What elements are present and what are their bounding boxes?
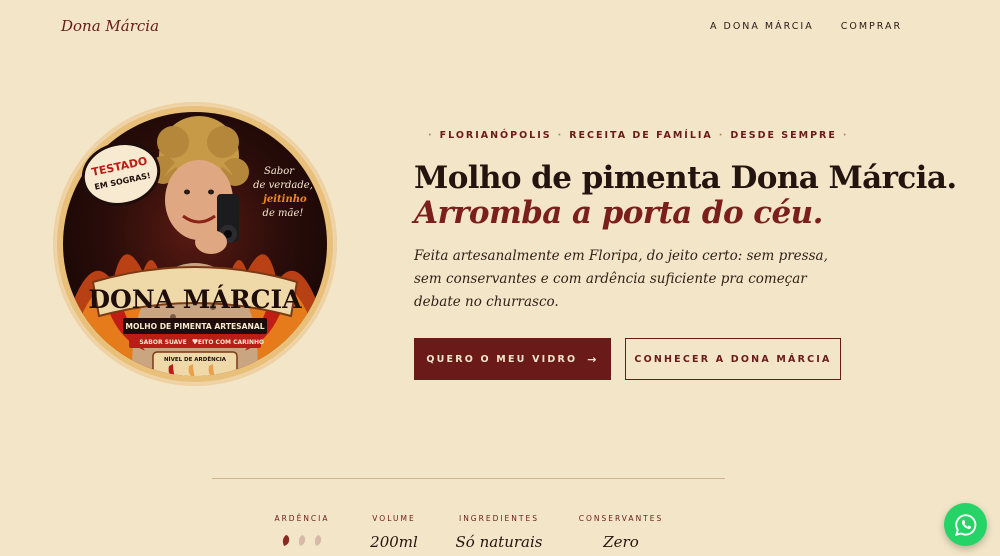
- stat-label: VOLUME: [372, 514, 416, 523]
- stat-value: Zero: [603, 533, 639, 551]
- stat-ingredientes: INGREDIENTES Só naturais: [454, 514, 544, 551]
- eyebrow-location: FLORIANÓPOLIS: [439, 130, 552, 141]
- cta-row: QUERO O MEU VIDRO → CONHECER A DONA MÁRC…: [414, 338, 974, 380]
- script-line-3: jeitinho: [261, 194, 307, 205]
- arrow-right-icon: →: [587, 352, 599, 366]
- stat-value: Só naturais: [455, 533, 543, 551]
- product-label-illustration: TESTADO EM SOGRAS! Sabor de verdade, jei…: [53, 102, 337, 386]
- brand-logo-text[interactable]: Dona Márcia: [61, 17, 159, 35]
- hero-lead-text: Feita artesanalmente em Floripa, do jeit…: [414, 248, 828, 310]
- product-stats: ARDÊNCIA VOLUME 200ml INGREDIENTES Só na…: [0, 514, 1000, 556]
- pepper-icon-empty: [298, 535, 306, 546]
- top-nav: Dona Márcia A DONA MÁRCIA COMPRAR: [0, 0, 1000, 56]
- heat-level-indicator: [268, 534, 336, 547]
- logo-banner-title: DONA MÁRCIA: [88, 285, 302, 314]
- hero-section: · FLORIANÓPOLIS · RECEITA DE FAMÍLIA · DESDE …: [414, 130, 974, 380]
- headline-main: Molho de pimenta Dona Márcia.: [414, 160, 957, 196]
- script-line-4: de mãe!: [263, 208, 304, 219]
- stat-label: INGREDIENTES: [458, 514, 539, 523]
- eyebrow-since: DESDE SEMPRE: [730, 130, 837, 141]
- stat-ardencia: ARDÊNCIA: [268, 514, 336, 547]
- nav-link-comprar[interactable]: COMPRAR: [841, 21, 902, 32]
- logo-tagline-right: FEITO COM CARINHO: [194, 339, 264, 346]
- stat-label: CONSERVANTES: [578, 514, 664, 523]
- eyebrow-recipe: RECEITA DE FAMÍLIA: [569, 130, 713, 141]
- stat-volume: VOLUME 200ml: [360, 514, 428, 551]
- bullet-separator: ·: [842, 130, 849, 141]
- bullet-separator: ·: [718, 130, 725, 141]
- buy-jar-button[interactable]: QUERO O MEU VIDRO →: [414, 338, 611, 380]
- section-divider: [212, 478, 725, 479]
- meet-dona-marcia-button[interactable]: CONHECER A DONA MÁRCIA: [625, 338, 841, 380]
- logo-heat-label: NÍVEL DE ARDÊNCIA: [164, 355, 227, 363]
- hero-eyebrow: · FLORIANÓPOLIS · RECEITA DE FAMÍLIA · DESDE …: [422, 130, 974, 141]
- stat-label: ARDÊNCIA: [274, 514, 330, 523]
- headline-accent: Arromba a porta do céu.: [414, 195, 823, 231]
- product-label-logo: TESTADO EM SOGRAS! Sabor de verdade, jei…: [53, 102, 337, 386]
- pepper-icon-filled: [282, 535, 290, 546]
- script-line-1: Sabor: [264, 166, 295, 177]
- whatsapp-icon: [954, 513, 976, 536]
- nav-link-a-dona-marcia[interactable]: A DONA MÁRCIA: [710, 21, 814, 32]
- whatsapp-button[interactable]: [944, 503, 987, 546]
- nav-links: A DONA MÁRCIA COMPRAR: [710, 21, 902, 32]
- stat-value: 200ml: [370, 533, 418, 551]
- logo-tagline-left: SABOR SUAVE: [139, 339, 186, 346]
- logo-subtitle: MOLHO DE PIMENTA ARTESANAL: [125, 322, 264, 331]
- pepper-icon-empty: [314, 535, 322, 546]
- stat-conservantes: CONSERVANTES Zero: [576, 514, 666, 551]
- hero-headline: Molho de pimenta Dona Márcia. Arromba a …: [414, 161, 974, 231]
- bullet-separator: ·: [557, 130, 564, 141]
- buy-jar-button-label: QUERO O MEU VIDRO: [426, 353, 578, 365]
- bullet-separator: ·: [428, 130, 434, 141]
- script-line-2: de verdade,: [253, 180, 313, 191]
